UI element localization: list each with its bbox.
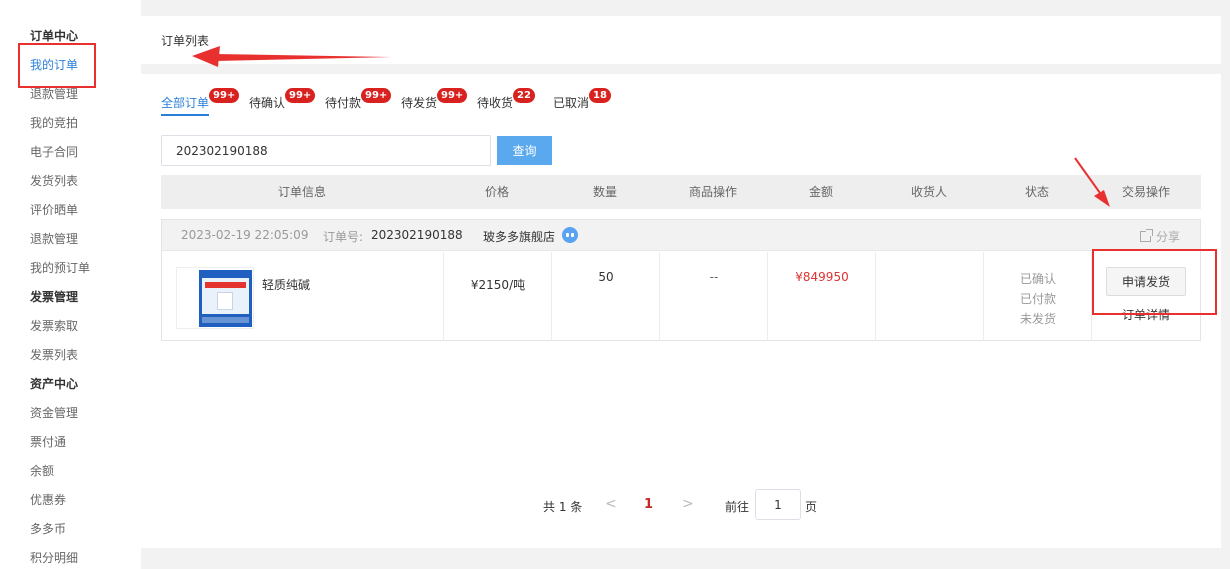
order-list-panel: 全部订单 99+ 待确认 99+ 待付款 99+ 待发货 99+ 待收货 22 …	[141, 74, 1221, 548]
product-image	[199, 270, 252, 327]
table-header: 订单信息 价格 数量 商品操作 金额 收货人 状态 交易操作	[161, 175, 1201, 209]
order-card-header: 2023-02-19 22:05:09 订单号: 202302190188 玻多…	[162, 220, 1200, 251]
product-image-stripe	[202, 317, 249, 323]
col-receiver: 收货人	[910, 185, 947, 199]
shop-name[interactable]: 玻多多旗舰店	[483, 228, 555, 245]
cell-divider	[875, 252, 876, 341]
order-amount: ¥849950	[795, 270, 849, 284]
status-not-shipped: 未发货	[1019, 312, 1056, 326]
badge-pending-payment: 99+	[361, 88, 392, 103]
badge-pending-shipment: 99+	[437, 88, 468, 103]
col-quantity: 数量	[592, 185, 617, 199]
tab-pending-confirm[interactable]: 待确认	[249, 94, 285, 111]
sidebar-item-refund-management-2[interactable]: 退款管理	[30, 231, 78, 247]
order-no-label: 订单号:	[323, 230, 364, 244]
sidebar-item-funds[interactable]: 资金管理	[30, 405, 78, 421]
tab-pending-shipment[interactable]: 待发货	[401, 94, 437, 111]
sidebar-item-duoduo-coins[interactable]: 多多币	[30, 521, 66, 537]
sidebar-head-invoice: 发票管理	[30, 290, 79, 304]
page-title: 订单列表	[161, 34, 210, 48]
annotation-box-apply-shipment	[1092, 249, 1217, 315]
badge-pending-confirm: 99+	[285, 88, 316, 103]
cell-divider	[443, 252, 444, 341]
sidebar-item-refund-management[interactable]: 退款管理	[30, 86, 78, 102]
sidebar-item-my-auctions[interactable]: 我的竞拍	[30, 115, 78, 131]
sidebar-item-reviews[interactable]: 评价晒单	[30, 202, 78, 218]
sidebar-head-order-center: 订单中心	[30, 29, 79, 43]
badge-cancelled: 18	[589, 88, 611, 103]
sidebar-item-coupons[interactable]: 优惠券	[30, 492, 66, 508]
status-paid: 已付款	[1019, 292, 1056, 306]
sidebar-item-piaofutong[interactable]: 票付通	[30, 434, 66, 450]
prev-page-button[interactable]: <	[605, 496, 617, 512]
share-icon	[1139, 229, 1153, 242]
annotation-box-my-orders	[18, 43, 96, 88]
search-button[interactable]: 查询	[497, 136, 552, 165]
tab-cancelled[interactable]: 已取消	[553, 94, 589, 111]
cell-divider	[767, 252, 768, 341]
tab-pending-receipt[interactable]: 待收货	[477, 94, 513, 111]
tab-all-orders[interactable]: 全部订单	[161, 94, 209, 111]
cell-divider	[551, 252, 552, 341]
pagination-total: 共 1 条	[543, 500, 583, 514]
sidebar-item-points[interactable]: 积分明细	[30, 550, 78, 566]
pagination: 共 1 条 < 1 > 前往 页	[141, 489, 1221, 521]
tab-pending-payment[interactable]: 待付款	[325, 94, 361, 111]
order-date: 2023-02-19 22:05:09	[181, 228, 309, 242]
badge-pending-receipt: 22	[513, 88, 535, 103]
goto-label: 前往	[725, 500, 750, 514]
sidebar-item-shipping-list[interactable]: 发货列表	[30, 173, 78, 189]
product-operation: --	[709, 270, 719, 284]
product-thumbnail[interactable]	[176, 267, 254, 329]
order-card: 2023-02-19 22:05:09 订单号: 202302190188 玻多…	[161, 219, 1201, 341]
next-page-button[interactable]: >	[682, 496, 694, 512]
sidebar-item-balance[interactable]: 余额	[30, 463, 54, 479]
sidebar-item-e-contracts[interactable]: 电子合同	[30, 144, 78, 160]
status-confirmed: 已确认	[1019, 272, 1056, 286]
goto-page-input[interactable]	[755, 489, 801, 520]
order-search-input[interactable]	[161, 135, 491, 166]
share-label: 分享	[1155, 230, 1180, 244]
share-button[interactable]: 分享	[1139, 228, 1180, 245]
current-page[interactable]: 1	[644, 497, 653, 512]
sidebar-item-invoice-request[interactable]: 发票索取	[30, 318, 78, 334]
sidebar-item-my-preorders[interactable]: 我的预订单	[30, 260, 90, 276]
col-product-ops: 商品操作	[688, 185, 737, 199]
col-trade-ops: 交易操作	[1121, 185, 1170, 199]
col-status: 状态	[1024, 185, 1049, 199]
cell-divider	[659, 252, 660, 341]
col-order-info: 订单信息	[277, 185, 326, 199]
sidebar-item-invoice-list[interactable]: 发票列表	[30, 347, 78, 363]
order-status: 已确认 已付款 未发货	[984, 269, 1092, 329]
tab-active-indicator	[161, 114, 209, 116]
col-amount: 金额	[808, 185, 833, 199]
page-header: 订单列表	[141, 16, 1221, 64]
product-quantity: 50	[598, 270, 614, 284]
product-image-bag	[217, 292, 233, 310]
product-name[interactable]: 轻质纯碱	[262, 276, 310, 293]
page-suffix: 页	[805, 500, 818, 514]
order-no: 202302190188	[371, 228, 463, 242]
product-image-label	[205, 282, 246, 288]
col-price: 价格	[484, 185, 509, 199]
chat-icon[interactable]	[562, 227, 578, 243]
sidebar-head-assets: 资产中心	[30, 377, 79, 391]
badge-all-orders: 99+	[209, 88, 240, 103]
product-price: ¥2150/吨	[470, 278, 526, 292]
